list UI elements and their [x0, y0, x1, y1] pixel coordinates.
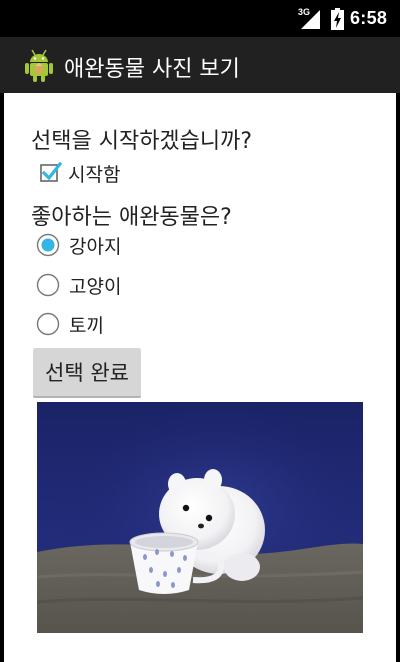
radio-rabbit[interactable]: 토끼 [36, 309, 104, 339]
submit-button[interactable]: 선택 완료 [33, 348, 141, 398]
action-bar: 애완동물 사진 보기 [0, 37, 400, 93]
pet-question: 좋아하는 애완동물은? [31, 205, 232, 230]
clock: 6:58 [350, 8, 388, 28]
radio-cat-label: 고양이 [69, 275, 122, 298]
app-title: 애완동물 사진 보기 [64, 57, 240, 82]
content-area: 선택을 시작하겠습니까? 시작함 좋아하는 애완동물은? 강아지 고양이 토끼 … [4, 93, 396, 662]
radio-puppy[interactable]: 강아지 [36, 230, 121, 260]
radio-unselected-icon[interactable] [36, 312, 60, 336]
battery-charging-icon [331, 8, 344, 30]
start-checkbox-label: 시작함 [68, 163, 121, 186]
puppy-photo [37, 402, 363, 633]
radio-unselected-icon[interactable] [36, 273, 60, 297]
radio-rabbit-label: 토끼 [69, 314, 104, 337]
signal-icon [301, 10, 320, 29]
radio-puppy-label: 강아지 [69, 235, 122, 258]
radio-selected-icon[interactable] [36, 233, 60, 257]
android-robot-icon [25, 49, 53, 82]
start-question: 선택을 시작하겠습니까? [31, 129, 253, 154]
status-bar: 3G 6:58 [0, 0, 400, 37]
start-checkbox[interactable]: 시작함 [38, 159, 120, 187]
checkbox-checked-icon[interactable] [38, 161, 62, 185]
radio-cat[interactable]: 고양이 [36, 270, 121, 300]
